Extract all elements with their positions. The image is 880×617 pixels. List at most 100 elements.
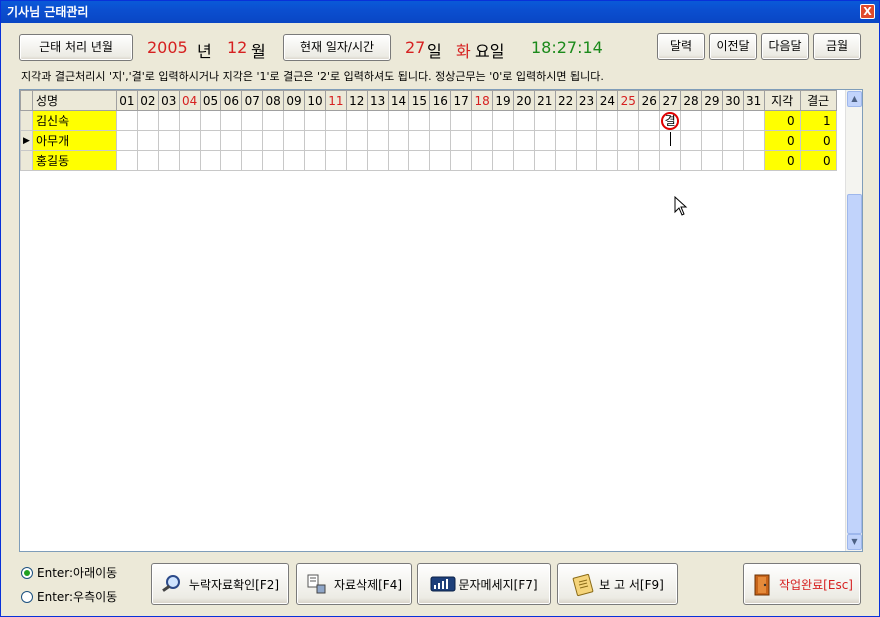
day-cell-23[interactable]	[575, 130, 598, 151]
day-cell-31[interactable]	[742, 130, 765, 151]
day-cell-15[interactable]	[408, 130, 431, 151]
day-cell-15[interactable]	[408, 110, 431, 131]
scroll-down-icon[interactable]: ▼	[847, 534, 862, 550]
day-cell-26[interactable]	[638, 110, 661, 131]
day-cell-11[interactable]	[324, 110, 347, 131]
day-cell-08[interactable]	[262, 150, 285, 171]
day-cell-02[interactable]	[136, 130, 159, 151]
day-cell-13[interactable]	[366, 130, 389, 151]
day-cell-25[interactable]	[617, 150, 640, 171]
day-cell-17[interactable]	[450, 150, 473, 171]
day-cell-06[interactable]	[220, 130, 243, 151]
day-cell-10[interactable]	[304, 130, 326, 151]
day-cell-17[interactable]	[450, 110, 473, 131]
day-cell-05[interactable]	[199, 150, 222, 171]
day-cell-27[interactable]	[659, 130, 682, 151]
day-cell-31[interactable]	[742, 110, 765, 131]
employee-name-cell[interactable]: 아무개	[32, 130, 117, 151]
day-cell-14[interactable]	[387, 130, 410, 151]
day-cell-12[interactable]	[345, 110, 368, 131]
day-cell-07[interactable]	[241, 130, 264, 151]
this-month-button[interactable]: 금월	[813, 33, 861, 60]
day-cell-11[interactable]	[324, 150, 347, 171]
day-cell-21[interactable]	[533, 150, 556, 171]
day-cell-18[interactable]	[471, 150, 494, 171]
day-cell-19[interactable]	[492, 110, 514, 131]
day-cell-02[interactable]	[136, 110, 159, 131]
day-cell-24[interactable]	[596, 150, 619, 171]
day-cell-04[interactable]	[178, 150, 201, 171]
day-cell-12[interactable]	[345, 130, 368, 151]
day-cell-23[interactable]	[575, 150, 598, 171]
day-cell-19[interactable]	[492, 150, 514, 171]
day-cell-01[interactable]	[116, 110, 138, 131]
row-selector[interactable]	[20, 150, 33, 171]
prev-month-button[interactable]: 이전달	[709, 33, 757, 60]
radio-right-dot[interactable]	[21, 590, 33, 603]
day-cell-24[interactable]	[596, 130, 619, 151]
calendar-button[interactable]: 달력	[657, 33, 705, 60]
day-cell-28[interactable]	[680, 130, 702, 151]
day-cell-24[interactable]	[596, 110, 619, 131]
day-cell-20[interactable]	[512, 130, 535, 151]
day-cell-16[interactable]	[429, 110, 452, 131]
missing-check-button[interactable]: 누락자료확인[F2]	[151, 563, 289, 605]
day-cell-18[interactable]	[471, 110, 494, 131]
day-cell-30[interactable]	[721, 110, 744, 131]
day-cell-01[interactable]	[116, 130, 138, 151]
vertical-scrollbar[interactable]: ▲ ▼	[845, 90, 862, 551]
day-cell-16[interactable]	[429, 130, 452, 151]
day-cell-01[interactable]	[116, 150, 138, 171]
sms-message-button[interactable]: 문자메세지[F7]	[417, 563, 551, 605]
day-cell-03[interactable]	[157, 130, 180, 151]
day-cell-28[interactable]	[680, 150, 702, 171]
next-month-button[interactable]: 다음달	[761, 33, 809, 60]
day-cell-06[interactable]	[220, 110, 243, 131]
report-button[interactable]: 보 고 서[F9]	[557, 563, 678, 605]
close-button[interactable]: X	[860, 4, 875, 19]
day-cell-22[interactable]	[554, 130, 577, 151]
day-cell-21[interactable]	[533, 110, 556, 131]
radio-down-dot[interactable]	[21, 566, 33, 579]
day-cell-08[interactable]	[262, 110, 285, 131]
day-cell-20[interactable]	[512, 110, 535, 131]
day-cell-26[interactable]	[638, 130, 661, 151]
day-cell-13[interactable]	[366, 110, 389, 131]
day-cell-28[interactable]	[680, 110, 702, 131]
day-cell-31[interactable]	[742, 150, 765, 171]
day-cell-21[interactable]	[533, 130, 556, 151]
day-cell-29[interactable]	[700, 130, 723, 151]
day-cell-08[interactable]	[262, 130, 285, 151]
day-cell-25[interactable]	[617, 130, 640, 151]
day-cell-18[interactable]	[471, 130, 494, 151]
day-cell-14[interactable]	[387, 110, 410, 131]
delete-data-button[interactable]: 자료삭제[F4]	[296, 563, 412, 605]
day-cell-30[interactable]	[721, 130, 744, 151]
day-cell-20[interactable]	[512, 150, 535, 171]
day-cell-12[interactable]	[345, 150, 368, 171]
day-cell-15[interactable]	[408, 150, 431, 171]
row-selector[interactable]	[20, 110, 33, 131]
table-row[interactable]: ▶ 아무개 0 0	[20, 130, 837, 151]
day-cell-23[interactable]	[575, 110, 598, 131]
day-cell-22[interactable]	[554, 110, 577, 131]
day-cell-19[interactable]	[492, 130, 514, 151]
employee-name-cell[interactable]: 김신속	[32, 110, 117, 131]
day-cell-03[interactable]	[157, 110, 180, 131]
scroll-up-icon[interactable]: ▲	[847, 91, 862, 107]
day-cell-30[interactable]	[721, 150, 744, 171]
day-cell-07[interactable]	[241, 110, 264, 131]
day-cell-13[interactable]	[366, 150, 389, 171]
complete-button[interactable]: 작업완료[Esc]	[743, 563, 861, 605]
day-cell-03[interactable]	[157, 150, 180, 171]
day-cell-04[interactable]	[178, 110, 201, 131]
day-cell-22[interactable]	[554, 150, 577, 171]
day-cell-05[interactable]	[199, 110, 222, 131]
day-cell-02[interactable]	[136, 150, 159, 171]
enter-down-option[interactable]: Enter:아래이동	[21, 564, 117, 581]
day-cell-29[interactable]	[700, 110, 723, 131]
day-cell-16[interactable]	[429, 150, 452, 171]
period-button[interactable]: 근태 처리 년월	[19, 34, 133, 61]
attendance-grid[interactable]: 성명 01 02 03 04 05 06 07 08 09 10 11 12 13 14 15 16 17 18 19…	[19, 89, 863, 552]
day-cell-09[interactable]	[283, 130, 306, 151]
